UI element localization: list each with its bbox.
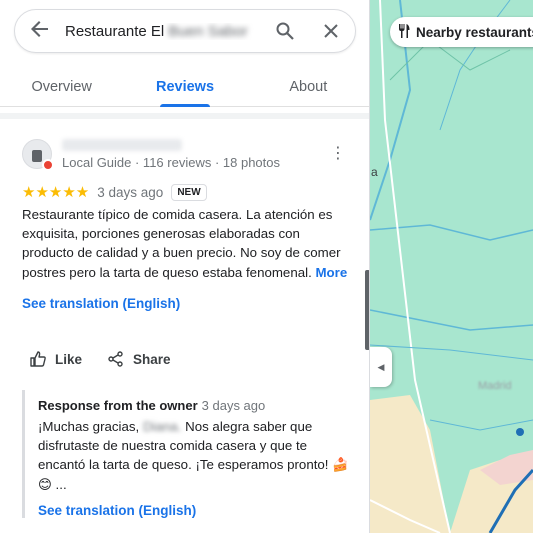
panel-scrollbar[interactable] (365, 270, 369, 350)
search-button[interactable] (263, 22, 307, 40)
map-view[interactable] (370, 0, 533, 533)
search-icon (276, 22, 294, 40)
back-button[interactable] (15, 18, 65, 44)
search-box[interactable]: Restaurante El Buen Sabor (14, 9, 356, 53)
map-place-label: a (371, 165, 378, 179)
place-panel: Restaurante El Buen Sabor Overview Revie… (0, 0, 370, 533)
local-guide-badge-icon (42, 159, 54, 171)
nearby-chip-label: Nearby restaurants (416, 24, 533, 40)
owner-response-text: ¡Muchas gracias, Diana. Nos alegra saber… (38, 417, 352, 494)
collapse-panel-button[interactable]: ◀ (370, 347, 392, 387)
search-query-hidden: Buen Sabor (168, 22, 248, 40)
place-tabs: Overview Reviews About (0, 70, 369, 107)
owner-text-hidden: Diana. (142, 419, 182, 434)
share-button[interactable]: Share (108, 351, 171, 367)
like-label: Like (55, 351, 83, 367)
avatar[interactable] (22, 139, 54, 171)
review-body: Restaurante típico de comida casera. La … (22, 207, 341, 280)
more-link[interactable]: More (315, 265, 347, 280)
search-input[interactable]: Restaurante El Buen Sabor (65, 23, 263, 40)
nearby-restaurants-chip[interactable]: Nearby restaurants (390, 17, 533, 47)
owner-response-title: Response from the owner (38, 398, 198, 413)
review-text: Restaurante típico de comida casera. La … (22, 205, 352, 282)
map-city-label: Madrid (478, 380, 512, 392)
author-meta[interactable]: Local Guide · 116 reviews · 18 photos (62, 155, 280, 170)
owner-text-start: ¡Muchas gracias, (38, 419, 140, 434)
owner-response-header: Response from the owner 3 days ago (38, 398, 352, 413)
more-options-icon[interactable]: ⋮ (330, 146, 346, 162)
review-actions: Like Share (30, 351, 171, 367)
search-query-text: Restaurante El (65, 22, 165, 40)
rating-row: ★★★★★ 3 days ago NEW (22, 183, 207, 201)
see-translation-link[interactable]: See translation (English) (22, 296, 180, 311)
owner-see-translation-link[interactable]: See translation (English) (38, 503, 352, 518)
tab-overview[interactable]: Overview (0, 70, 123, 106)
restaurant-icon (398, 23, 410, 41)
owner-response: Response from the owner 3 days ago ¡Mucha… (22, 390, 352, 518)
section-divider (0, 113, 369, 119)
like-button[interactable]: Like (30, 351, 82, 367)
owner-response-date: 3 days ago (201, 398, 266, 413)
thumb-up-icon (30, 351, 46, 367)
star-rating: ★★★★★ (22, 184, 90, 201)
tab-reviews[interactable]: Reviews (123, 70, 246, 106)
review-date: 3 days ago (97, 184, 164, 200)
share-label: Share (133, 351, 171, 367)
close-icon (324, 24, 338, 38)
share-icon (108, 351, 123, 367)
arrow-left-icon (31, 21, 48, 37)
map-roads (370, 0, 533, 533)
clear-search-button[interactable] (307, 24, 355, 38)
new-badge: NEW (171, 183, 207, 201)
chevron-left-icon: ◀ (377, 361, 385, 372)
tab-about[interactable]: About (247, 70, 369, 106)
author-name[interactable] (62, 139, 182, 151)
